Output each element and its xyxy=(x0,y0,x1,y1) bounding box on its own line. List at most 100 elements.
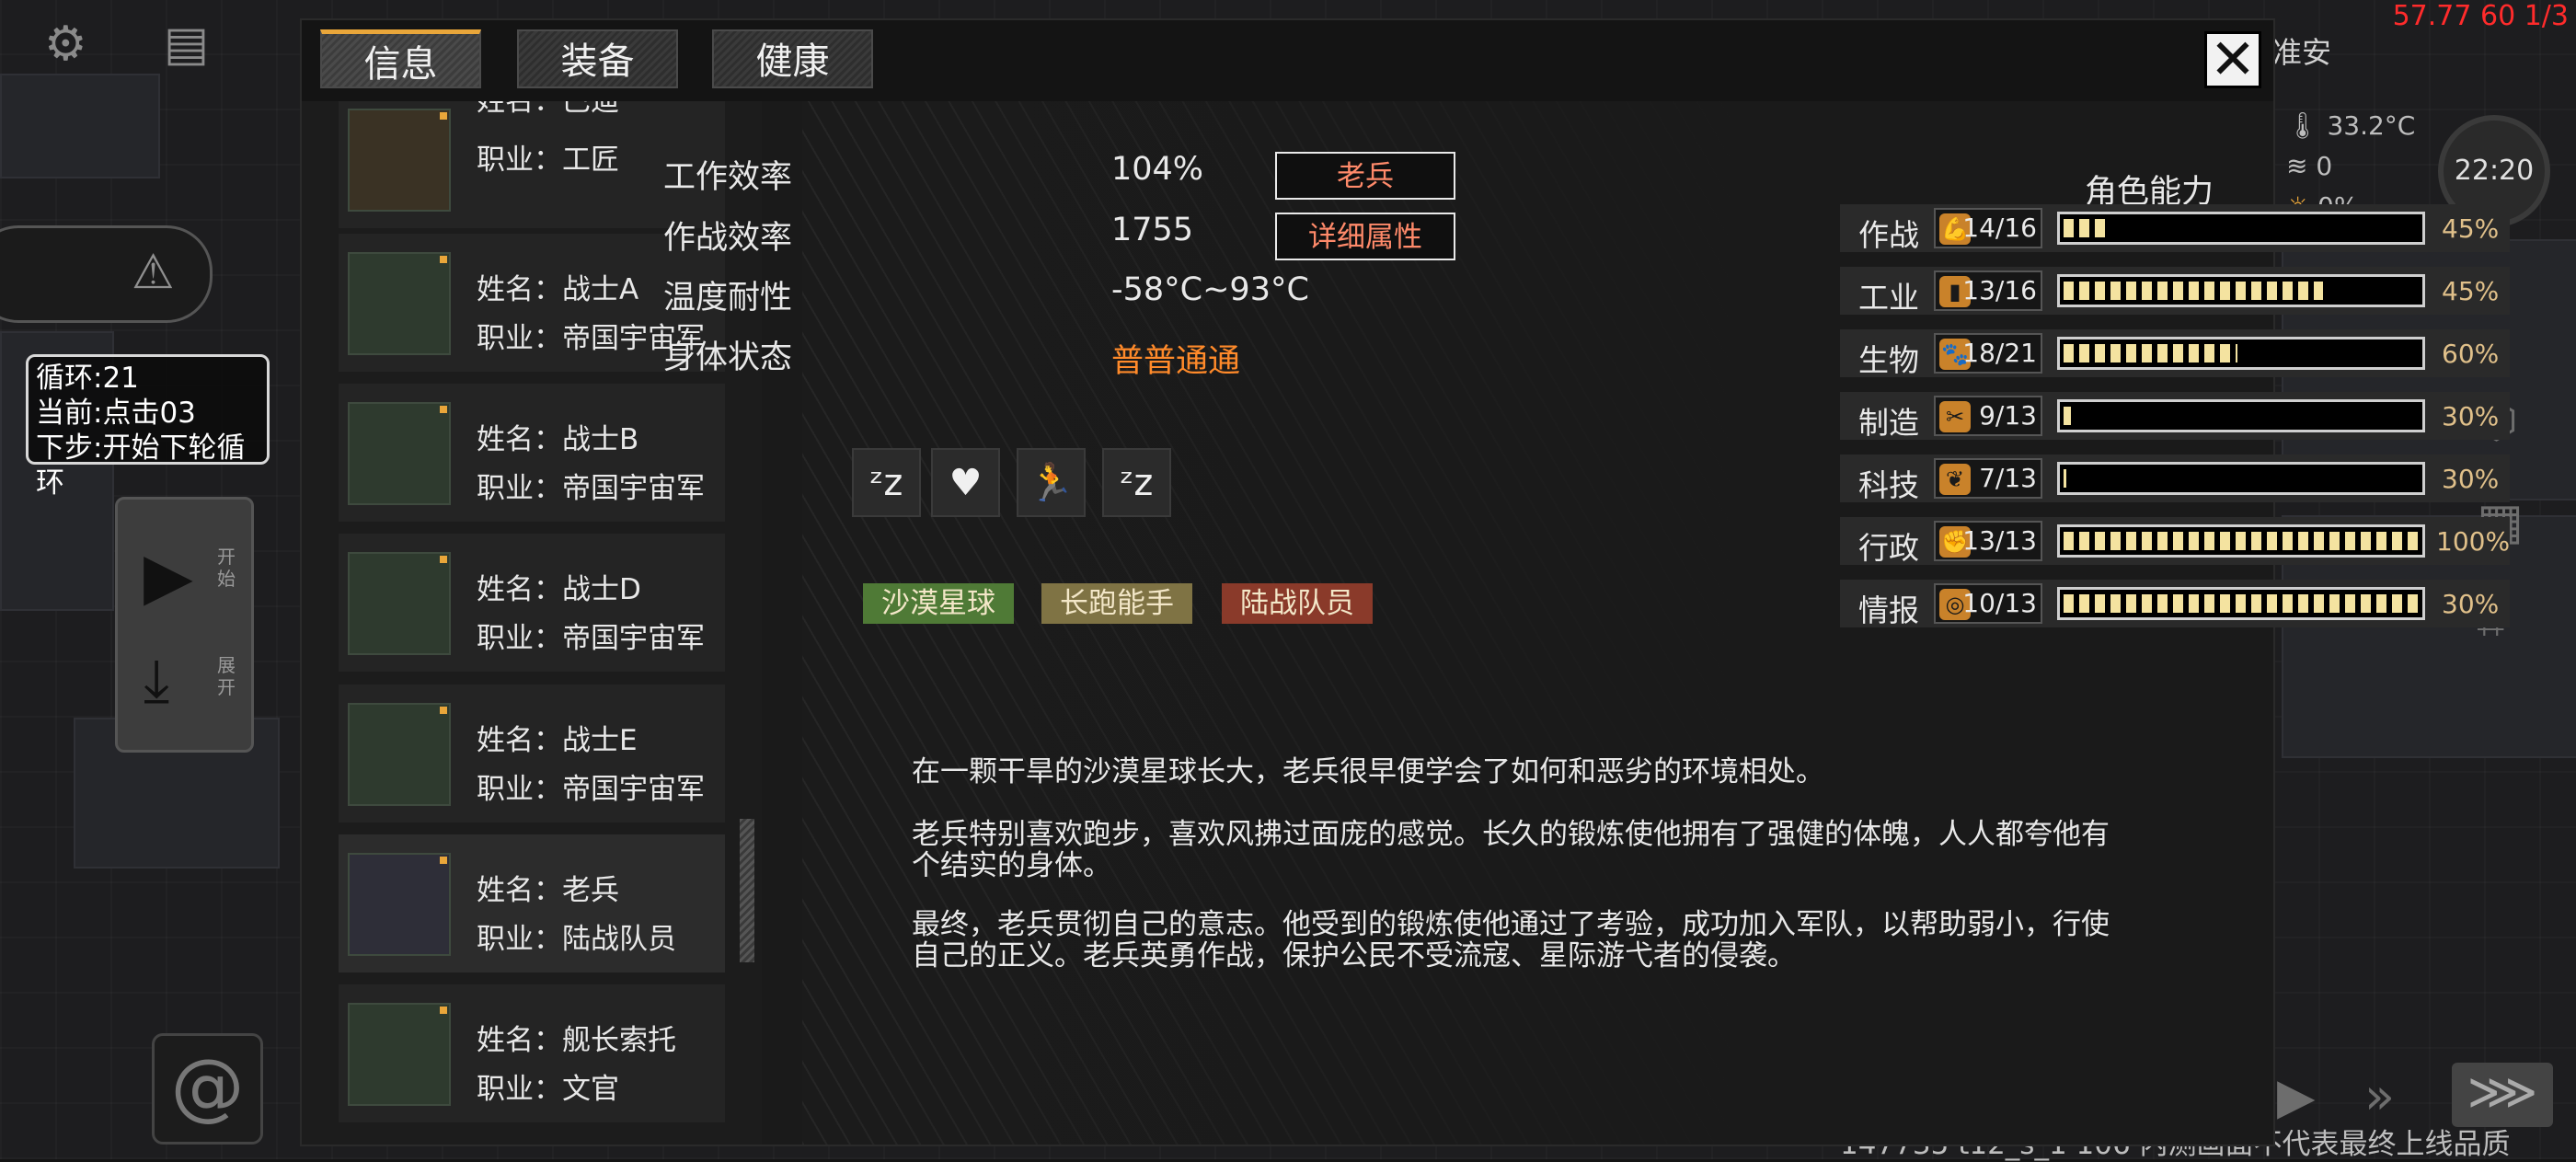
list-scrollbar[interactable] xyxy=(740,819,754,962)
temperature-tolerance-label: 温度耐性 xyxy=(663,280,793,316)
tab-info[interactable]: 信息 xyxy=(320,29,481,88)
ability-level: 13/13 xyxy=(1962,525,2037,556)
location-title: 准安 xyxy=(2272,35,2332,70)
ability-percent: 45% xyxy=(2442,213,2500,244)
ability-progress-bar xyxy=(2057,274,2425,307)
tab-bar: 信息 装备 健康 ✕ xyxy=(302,20,2273,101)
ability-name: 生物 xyxy=(1858,342,1919,378)
ability-percent: 100% xyxy=(2436,526,2511,557)
character-portrait xyxy=(348,703,451,806)
ability-level: 7/13 xyxy=(1979,463,2037,493)
ability-progress-fill xyxy=(2064,219,2107,237)
ability-name: 制造 xyxy=(1858,405,1919,441)
backstory-paragraph: 在一颗干旱的沙漠星球长大，老兵很早便学会了如何和恶劣的环境相处。 xyxy=(912,755,1824,788)
ability-level-box: ▮ 13/16 xyxy=(1934,270,2042,311)
ability-row: 作战 💪 14/16 45% xyxy=(1840,204,2510,253)
ability-percent: 30% xyxy=(2442,589,2500,619)
trait-tag[interactable]: 沙漠星球 xyxy=(863,583,1014,624)
ability-progress-bar xyxy=(2057,587,2425,620)
character-name: 姓名：舰长索托 xyxy=(477,1024,676,1057)
character-portrait xyxy=(348,252,451,355)
cycle-next: 下步:开始下轮循环 xyxy=(36,431,246,500)
character-name: 姓名：战士E xyxy=(477,724,638,757)
character-job: 职业：文官 xyxy=(477,1073,619,1106)
character-name: 姓名：巴迪 xyxy=(477,101,619,118)
ability-progress-fill xyxy=(2064,469,2066,488)
character-name: 姓名：战士A xyxy=(477,273,639,306)
ability-name: 科技 xyxy=(1858,467,1919,503)
warning-button[interactable]: ⚠ xyxy=(0,225,213,323)
play-speed-icon[interactable]: ▶ xyxy=(2277,1067,2316,1125)
ability-progress-bar xyxy=(2057,212,2425,245)
ability-row: 制造 ✂ 9/13 30% xyxy=(1840,392,2510,441)
body-status-value: 普普通通 xyxy=(1111,343,1241,380)
character-list-item[interactable]: 姓名：战士E 职业：帝国宇宙军 xyxy=(339,685,725,823)
work-efficiency-value: 104% xyxy=(1111,151,1204,188)
combat-efficiency-value: 1755 xyxy=(1111,212,1194,248)
character-list-item[interactable]: 姓名：战士B 职业：帝国宇宙军 xyxy=(339,384,725,522)
character-name: 姓名：老兵 xyxy=(477,874,619,907)
sleep-icon[interactable]: ᶻz xyxy=(1102,448,1171,517)
character-portrait xyxy=(348,853,451,956)
ability-name: 工业 xyxy=(1858,280,1919,316)
character-name: 姓名：战士D xyxy=(477,573,641,606)
wind-icon: ≋ xyxy=(2286,151,2308,181)
body-status-label: 身体状态 xyxy=(663,339,793,376)
work-efficiency-label: 工作效率 xyxy=(663,159,793,196)
ability-name: 作战 xyxy=(1858,217,1919,253)
ability-level-box: ✂ 9/13 xyxy=(1934,396,2042,436)
ability-progress-bar xyxy=(2057,399,2425,432)
character-portrait xyxy=(348,109,451,212)
health-plus-icon[interactable]: ♥ xyxy=(931,448,1000,517)
trait-tag[interactable]: 长跑能手 xyxy=(1041,583,1192,624)
character-portrait xyxy=(348,402,451,505)
tab-equipment[interactable]: 装备 xyxy=(517,29,678,88)
character-job: 职业：帝国宇宙军 xyxy=(477,472,705,505)
galaxy-icon[interactable]: @ xyxy=(152,1033,263,1145)
warning-icon: ⚠ xyxy=(132,245,175,300)
fps-counter: 57.77 60 1/3 xyxy=(2392,0,2569,32)
ability-level-box: 💪 14/16 xyxy=(1934,208,2042,248)
ability-level: 18/21 xyxy=(1962,338,2037,368)
character-list-item[interactable]: 姓名：战士D 职业：帝国宇宙军 xyxy=(339,534,725,672)
ability-percent: 45% xyxy=(2442,276,2500,306)
character-list-item[interactable]: 姓名：舰长索托 职业：文官 xyxy=(339,984,725,1122)
ability-progress-bar xyxy=(2057,462,2425,495)
cycle-count: 循环:21 xyxy=(36,362,139,395)
cycle-current: 当前:点击03 xyxy=(36,397,196,430)
gear-icon[interactable]: ⚙ xyxy=(44,20,87,68)
detail-attributes-button[interactable]: 详细属性 xyxy=(1275,213,1455,260)
thermometer-icon: 🌡 xyxy=(2286,110,2319,141)
ability-name: 行政 xyxy=(1858,530,1919,566)
running-icon[interactable]: 🏃 xyxy=(1017,448,1086,517)
ability-row: 情报 ◎ 10/13 30% xyxy=(1840,580,2510,628)
expand-icon[interactable]: ⤓ xyxy=(144,647,169,715)
wind-value: 0 xyxy=(2316,151,2333,181)
ability-progress-bar xyxy=(2057,524,2425,558)
ability-level-box: ◎ 10/13 xyxy=(1934,583,2042,624)
trait-tag[interactable]: 陆战队员 xyxy=(1222,583,1373,624)
expand-label: 展开 xyxy=(217,654,236,698)
character-list-item-selected[interactable]: 姓名：老兵 职业：陆战队员 xyxy=(339,834,725,972)
ability-level: 13/16 xyxy=(1962,275,2037,305)
leaf-icon: ❦ xyxy=(1939,464,1971,495)
ability-level-box: ✊ 13/13 xyxy=(1934,521,2042,561)
ability-progress-bar xyxy=(2057,337,2425,370)
play-icon[interactable]: ▶ xyxy=(144,538,193,614)
fast-forward-icon[interactable]: » xyxy=(2364,1067,2395,1125)
temperature-value: 33.2°C xyxy=(2327,110,2416,141)
sleep-icon[interactable]: ᶻz xyxy=(852,448,921,517)
ability-level: 9/13 xyxy=(1979,400,2037,431)
ability-name: 情报 xyxy=(1858,593,1919,628)
ability-progress-fill xyxy=(2064,407,2071,425)
ability-percent: 60% xyxy=(2442,339,2500,369)
ability-row: 生物 🐾 18/21 60% xyxy=(1840,329,2510,378)
chat-icon[interactable]: ▤ xyxy=(164,20,209,68)
rank-button[interactable]: 老兵 xyxy=(1275,152,1455,200)
character-job: 职业：陆战队员 xyxy=(477,923,676,956)
close-button[interactable]: ✕ xyxy=(2204,31,2261,88)
fastest-forward-icon[interactable]: ⋙ xyxy=(2452,1063,2553,1127)
ability-row: 工业 ▮ 13/16 45% xyxy=(1840,267,2510,316)
tab-health[interactable]: 健康 xyxy=(712,29,873,88)
ability-progress-fill xyxy=(2064,532,2419,550)
